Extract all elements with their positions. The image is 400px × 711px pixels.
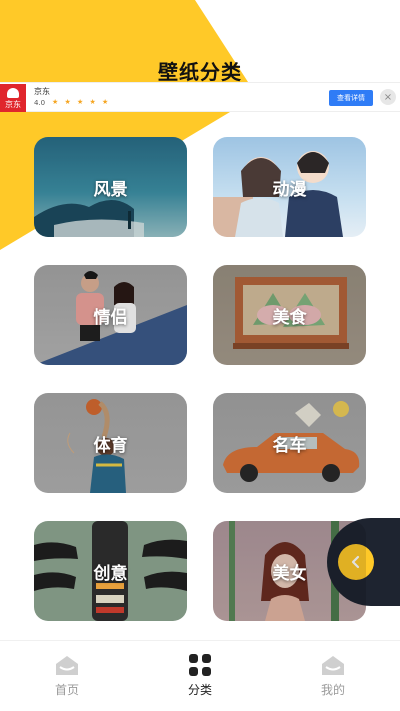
category-tile-beauty[interactable]: 美女: [213, 521, 366, 621]
category-tile-sports[interactable]: 体育: [34, 393, 187, 493]
ad-app-logo: 京东: [0, 84, 26, 112]
category-label: 情侣: [93, 307, 128, 328]
ad-rating: 4.0: [34, 99, 46, 107]
category-tile-creative[interactable]: 创意: [34, 521, 187, 621]
category-tile-food[interactable]: 美食: [213, 265, 366, 365]
ad-rating-stars: ★ ★ ★ ★ ★: [52, 98, 111, 106]
category-label: 创意: [93, 563, 128, 584]
category-tile-couple[interactable]: 情侣: [34, 265, 187, 365]
ad-app-name: 京东: [34, 87, 50, 96]
category-label: 名车: [272, 435, 307, 456]
category-label: 体育: [93, 435, 128, 456]
category-label: 美女: [272, 563, 307, 584]
bottom-nav: 首页 分类 我的: [0, 640, 400, 711]
nav-label: 首页: [54, 683, 79, 697]
category-label: 风景: [93, 179, 128, 200]
category-tile-cars[interactable]: 名车: [213, 393, 366, 493]
nav-item-category[interactable]: 分类: [160, 653, 240, 698]
ad-close-button[interactable]: ×: [380, 89, 396, 105]
nav-label: 分类: [187, 683, 212, 697]
page-title: 壁纸分类: [158, 60, 242, 84]
profile-home-icon: [322, 656, 344, 675]
grid-icon: [189, 654, 211, 676]
nav-item-home[interactable]: 首页: [27, 653, 107, 698]
category-label: 美食: [272, 307, 307, 328]
category-tile-anime[interactable]: 动漫: [213, 137, 366, 237]
home-icon: [56, 656, 78, 675]
nav-item-profile[interactable]: 我的: [293, 653, 373, 698]
ad-cta-button[interactable]: 查看详情: [329, 90, 373, 106]
ad-banner[interactable]: 京东 京东 4.0 ★ ★ ★ ★ ★ 查看详情 ×: [0, 82, 400, 112]
category-tile-scenery[interactable]: 风景: [34, 137, 187, 237]
nav-label: 我的: [320, 683, 345, 697]
category-label: 动漫: [272, 179, 307, 200]
